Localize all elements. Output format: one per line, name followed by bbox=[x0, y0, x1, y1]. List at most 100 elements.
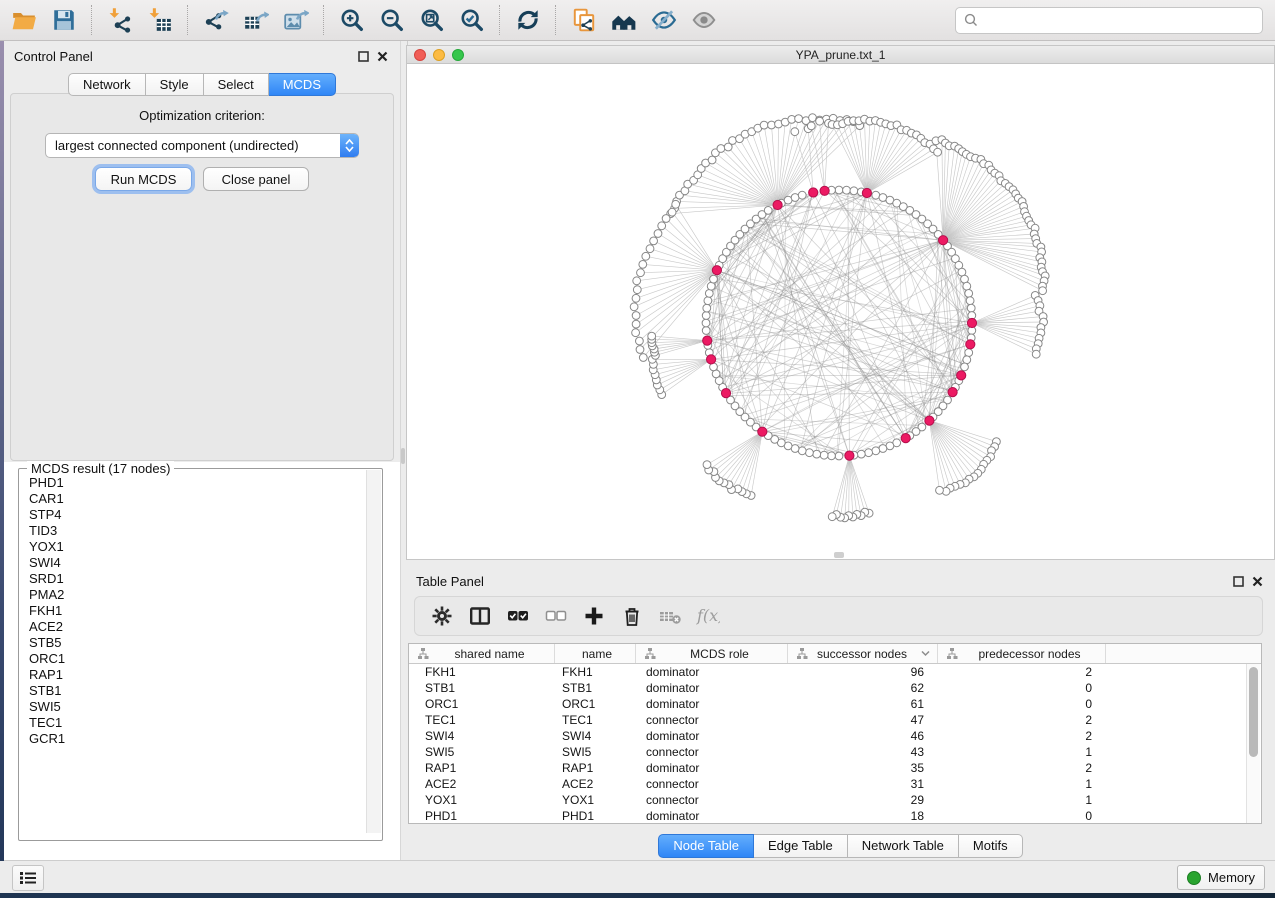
network-scroll-thumb[interactable] bbox=[834, 552, 844, 558]
mcds-node-item[interactable]: PMA2 bbox=[20, 587, 364, 603]
export-image-button[interactable] bbox=[276, 2, 316, 38]
mcds-node-item[interactable]: YOX1 bbox=[20, 539, 364, 555]
refresh-view-button[interactable] bbox=[508, 2, 548, 38]
hide-selection-button[interactable] bbox=[644, 2, 684, 38]
column-layout-button[interactable] bbox=[461, 599, 499, 633]
column-header-shared-name[interactable]: shared name bbox=[409, 644, 555, 663]
tab-node-table[interactable]: Node Table bbox=[658, 834, 754, 858]
tab-network[interactable]: Network bbox=[68, 73, 146, 96]
deselect-all-button[interactable] bbox=[537, 599, 575, 633]
table-row[interactable]: FKH1FKH1dominator962 bbox=[409, 664, 1261, 680]
table-row[interactable]: PHD1PHD1dominator180 bbox=[409, 808, 1261, 824]
memory-button[interactable]: Memory bbox=[1177, 865, 1265, 890]
mcds-result-title: MCDS result (17 nodes) bbox=[27, 461, 174, 476]
select-all-icon bbox=[506, 604, 530, 628]
optimization-criterion-select[interactable]: largest connected component (undirected) bbox=[45, 133, 359, 158]
import-table-button[interactable] bbox=[140, 2, 180, 38]
mcds-node-item[interactable]: RAP1 bbox=[20, 667, 364, 683]
zoom-fit-icon bbox=[419, 7, 445, 33]
new-network-from-selection-button[interactable] bbox=[564, 2, 604, 38]
cell: SWI4 bbox=[409, 728, 555, 744]
column-header-successor-nodes[interactable]: successor nodes bbox=[788, 644, 938, 663]
mcds-node-item[interactable]: SWI5 bbox=[20, 699, 364, 715]
close-panel-icon[interactable] bbox=[1252, 576, 1263, 587]
new-network-from-selection-icon bbox=[571, 7, 597, 33]
mcds-node-item[interactable]: FKH1 bbox=[20, 603, 364, 619]
cell: 62 bbox=[788, 680, 938, 696]
close-panel-icon[interactable] bbox=[377, 51, 388, 62]
show-all-icon bbox=[691, 7, 717, 33]
cell: 2 bbox=[938, 664, 1106, 680]
delete-icon bbox=[620, 604, 644, 628]
mcds-node-item[interactable]: STP4 bbox=[20, 507, 364, 523]
export-network-button[interactable] bbox=[196, 2, 236, 38]
column-header-name[interactable]: name bbox=[555, 644, 636, 663]
table-row[interactable]: SWI5SWI5connector431 bbox=[409, 744, 1261, 760]
table-row[interactable]: ORC1ORC1dominator610 bbox=[409, 696, 1261, 712]
mcds-node-item[interactable]: STB5 bbox=[20, 635, 364, 651]
show-all-button[interactable] bbox=[684, 2, 724, 38]
cell: 2 bbox=[938, 712, 1106, 728]
mcds-node-item[interactable]: CAR1 bbox=[20, 491, 364, 507]
mcds-node-item[interactable]: TEC1 bbox=[20, 715, 364, 731]
mcds-node-item[interactable]: GCR1 bbox=[20, 731, 364, 747]
zoom-fit-button[interactable] bbox=[412, 2, 452, 38]
first-neighbors-button[interactable] bbox=[604, 2, 644, 38]
settings-button[interactable] bbox=[423, 599, 461, 633]
mcds-node-item[interactable]: SRD1 bbox=[20, 571, 364, 587]
table-scrollbar[interactable] bbox=[1246, 664, 1260, 823]
save-session-button[interactable] bbox=[44, 2, 84, 38]
float-panel-icon[interactable] bbox=[1233, 576, 1244, 587]
add-button[interactable] bbox=[575, 599, 613, 633]
splitter-handle[interactable] bbox=[401, 448, 405, 464]
export-table-button[interactable] bbox=[236, 2, 276, 38]
close-panel-button[interactable]: Close panel bbox=[203, 167, 309, 191]
tab-mcds[interactable]: MCDS bbox=[269, 73, 336, 96]
cell: dominator bbox=[636, 728, 788, 744]
mcds-node-item[interactable]: STB1 bbox=[20, 683, 364, 699]
column-header-mcds-role[interactable]: MCDS role bbox=[636, 644, 788, 663]
run-mcds-button[interactable]: Run MCDS bbox=[95, 167, 192, 191]
mcds-list-scrollbar[interactable] bbox=[366, 470, 381, 833]
tab-motifs[interactable]: Motifs bbox=[959, 834, 1023, 858]
table-row[interactable]: STB1STB1dominator620 bbox=[409, 680, 1261, 696]
cell: dominator bbox=[636, 664, 788, 680]
mcds-node-item[interactable]: PHD1 bbox=[20, 475, 364, 491]
tab-network-table[interactable]: Network Table bbox=[848, 834, 959, 858]
search-input[interactable] bbox=[984, 12, 1254, 29]
task-history-button[interactable] bbox=[12, 865, 44, 891]
delete-button[interactable] bbox=[613, 599, 651, 633]
table-row[interactable]: YOX1YOX1connector291 bbox=[409, 792, 1261, 808]
cell: 1 bbox=[938, 776, 1106, 792]
mcds-node-item[interactable]: SWI4 bbox=[20, 555, 364, 571]
network-canvas[interactable] bbox=[407, 64, 1274, 559]
open-file-button[interactable] bbox=[4, 2, 44, 38]
cell: PHD1 bbox=[409, 808, 555, 824]
table-row[interactable]: TEC1TEC1connector472 bbox=[409, 712, 1261, 728]
float-panel-icon[interactable] bbox=[358, 51, 369, 62]
table-row[interactable]: ACE2ACE2connector311 bbox=[409, 776, 1261, 792]
import-network-button[interactable] bbox=[100, 2, 140, 38]
tab-select[interactable]: Select bbox=[204, 73, 269, 96]
search-box[interactable] bbox=[955, 7, 1263, 34]
zoom-in-button[interactable] bbox=[332, 2, 372, 38]
zoom-selected-button[interactable] bbox=[452, 2, 492, 38]
column-header-predecessor-nodes[interactable]: predecessor nodes bbox=[938, 644, 1106, 663]
zoom-out-button[interactable] bbox=[372, 2, 412, 38]
mcds-node-item[interactable]: ACE2 bbox=[20, 619, 364, 635]
tab-style[interactable]: Style bbox=[146, 73, 204, 96]
cell: 61 bbox=[788, 696, 938, 712]
table-row[interactable]: RAP1RAP1dominator352 bbox=[409, 760, 1261, 776]
mcds-result-list[interactable]: PHD1CAR1STP4TID3YOX1SWI4SRD1PMA2FKH1ACE2… bbox=[20, 475, 364, 833]
tab-edge-table[interactable]: Edge Table bbox=[754, 834, 848, 858]
cell: 0 bbox=[938, 680, 1106, 696]
select-all-button[interactable] bbox=[499, 599, 537, 633]
table-scrollbar-thumb[interactable] bbox=[1249, 667, 1258, 757]
mcds-node-item[interactable]: TID3 bbox=[20, 523, 364, 539]
mcds-node-item[interactable]: ORC1 bbox=[20, 651, 364, 667]
combo-stepper-icon bbox=[340, 134, 359, 157]
network-graph[interactable] bbox=[407, 64, 1274, 559]
cell: 1 bbox=[938, 792, 1106, 808]
table-row[interactable]: SWI4SWI4dominator462 bbox=[409, 728, 1261, 744]
table-panel-title: Table Panel bbox=[416, 574, 484, 589]
